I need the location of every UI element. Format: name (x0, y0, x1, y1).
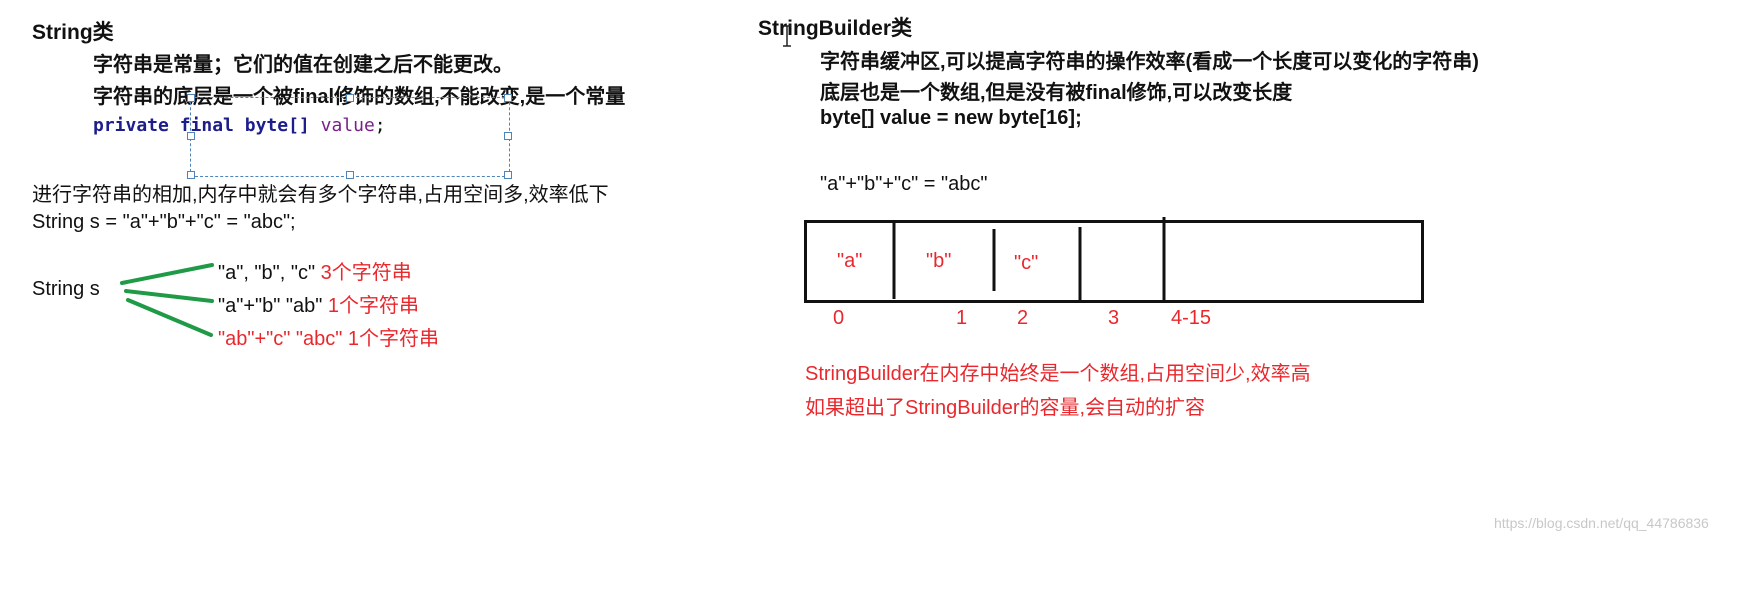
sb-concat-example: "a"+"b"+"c" = "abc" (820, 173, 988, 195)
array-index-0: 0 (833, 307, 845, 329)
array-cell-2: "c" (1014, 252, 1039, 274)
branch-line-2 (124, 289, 214, 303)
branch-1-count: 3个字符串 (320, 262, 412, 284)
sb-desc-line1: 字符串缓冲区,可以提高字符串的操作效率(看成一个长度可以变化的字符串) (820, 51, 1479, 73)
array-box (804, 220, 1424, 303)
branch-2-count: 1个字符串 (327, 295, 420, 317)
sb-note-1: StringBuilder在内存中始终是一个数组,占用空间少,效率高 (805, 363, 1311, 385)
text-cursor-icon (783, 25, 791, 47)
array-cell-1: "b" (926, 250, 952, 272)
array-index-1: 1 (956, 307, 968, 329)
branch-1-strings: "a", "b", "c" (218, 262, 316, 284)
sb-note-2: 如果超出了StringBuilder的容量,会自动的扩容 (805, 397, 1206, 419)
array-index-4-15: 4-15 (1171, 307, 1212, 329)
branch-line-3 (126, 298, 213, 337)
branch-2-strings: "a"+"b" "ab" (218, 295, 323, 317)
sb-desc-line2: 底层也是一个数组,但是没有被final修饰,可以改变长度 (820, 82, 1293, 104)
branch-text-1: "a", "b", "c" 3个字符串 (218, 256, 412, 285)
sb-code-line: byte[] value = new byte[16]; (820, 107, 1082, 129)
array-cell-0: "a" (837, 250, 863, 272)
branch-line-1 (120, 263, 214, 285)
branch-text-3: "ab"+"c" "abc" 1个字符串 (218, 328, 440, 350)
branch-text-2: "a"+"b" "ab" 1个字符串 (218, 289, 419, 318)
watermark: https://blog.csdn.net/qq_44786836 (1494, 515, 1709, 531)
array-index-3: 3 (1108, 307, 1120, 329)
array-index-2: 2 (1017, 307, 1029, 329)
